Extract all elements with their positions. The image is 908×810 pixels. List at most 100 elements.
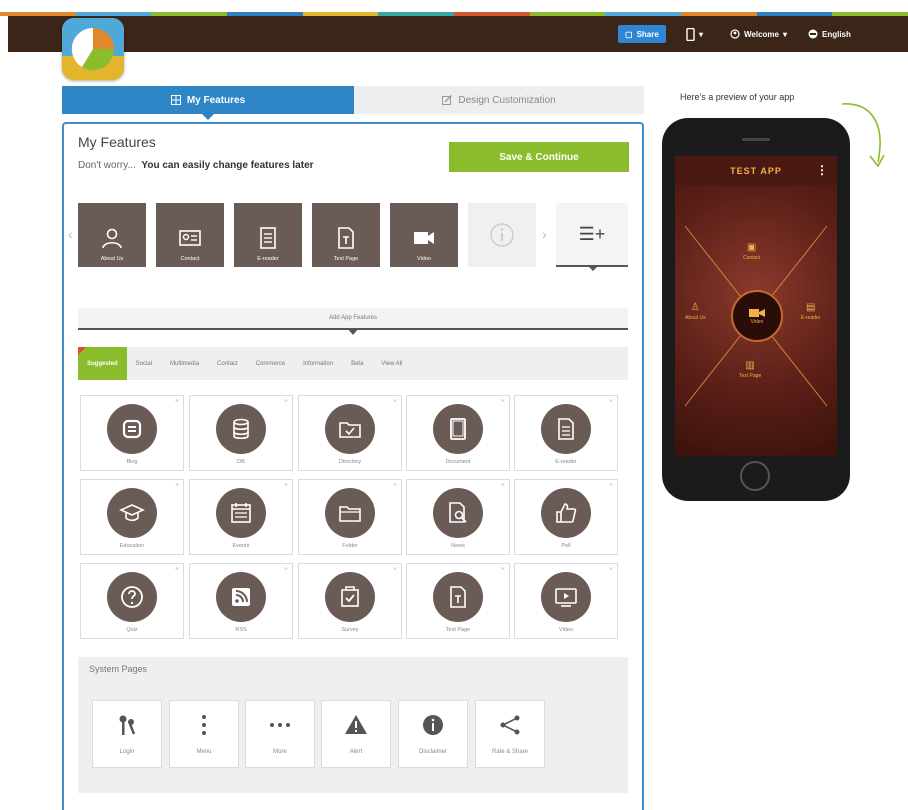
question-icon [121, 586, 143, 608]
selected-feature-text-page[interactable]: Text Page [312, 203, 380, 267]
add-feature-icon[interactable]: + [175, 482, 179, 489]
feature-card-education[interactable]: + Education [80, 479, 184, 555]
add-feature-icon[interactable]: + [501, 398, 505, 405]
system-page-menu[interactable]: Menu [169, 700, 239, 768]
document-icon [558, 418, 574, 440]
feature-card-rss[interactable]: + RSS [189, 563, 293, 639]
feature-card-document[interactable]: + Document [406, 395, 510, 471]
rss-icon [232, 588, 250, 606]
system-page-login[interactable]: Login [92, 700, 162, 768]
tab-my-features[interactable]: My Features [62, 86, 354, 120]
feature-card-directory[interactable]: + Directory [298, 395, 402, 471]
database-icon [233, 418, 249, 440]
document-icon: ▤ [806, 302, 816, 313]
add-features-label: Add App Features [328, 315, 378, 321]
feature-label: Text Page [333, 256, 359, 262]
feature-label: About Us [100, 256, 124, 262]
feature-label: Directory [338, 459, 361, 465]
feature-card-video[interactable]: + Video [514, 563, 618, 639]
category-tab-commerce[interactable]: Commerce [247, 347, 294, 380]
phone-home-button [740, 461, 770, 491]
feature-icon-circle [107, 572, 157, 622]
welcome-menu[interactable]: Welcome ▾ [730, 25, 787, 43]
feature-card-folder[interactable]: + Folder [298, 479, 402, 555]
text-page-icon: ▥ [745, 360, 755, 371]
feature-label: Video [417, 256, 431, 262]
list-add-icon: ☰+ [578, 223, 606, 244]
preview-hub-video[interactable]: Video [731, 290, 783, 342]
phone-icon [686, 27, 695, 41]
tab-label: Design Customization [458, 94, 556, 106]
feature-label: Poll [561, 543, 571, 549]
add-feature-icon[interactable]: + [284, 566, 288, 573]
globe-icon [808, 29, 818, 39]
add-feature-icon[interactable]: + [393, 398, 397, 405]
add-feature-icon[interactable]: + [609, 566, 613, 573]
document-icon [260, 227, 276, 249]
add-feature-icon[interactable]: + [393, 566, 397, 573]
chevron-down-icon: ▾ [699, 29, 704, 39]
feature-card-quiz[interactable]: + Quiz [80, 563, 184, 639]
feature-label: Survey [341, 627, 359, 633]
system-page-rate-share[interactable]: Rate & Share [475, 700, 545, 768]
add-feature-icon[interactable]: + [501, 566, 505, 573]
selected-feature-e-reader[interactable]: E-reader [234, 203, 302, 267]
feature-icon-circle [325, 404, 375, 454]
system-page-more[interactable]: More [245, 700, 315, 768]
system-page-disclaimer[interactable]: Disclaimer [398, 700, 468, 768]
tab-design-customization[interactable]: Design Customization [354, 86, 644, 114]
share-button[interactable]: ▢ Share [618, 25, 666, 43]
feature-card-news[interactable]: + News [406, 479, 510, 555]
add-feature-icon[interactable]: + [501, 482, 505, 489]
add-feature-button[interactable]: ☰+ [556, 203, 628, 271]
category-tab-view-all[interactable]: View All [372, 347, 411, 380]
feature-card-poll[interactable]: + Poll [514, 479, 618, 555]
language-selector[interactable]: English [808, 25, 851, 43]
preview-spoke-e-reader[interactable]: ▤ E-reader [801, 302, 820, 321]
add-feature-icon[interactable]: + [284, 482, 288, 489]
category-tab-beta[interactable]: Beta [342, 347, 372, 380]
category-tab-information[interactable]: Information [294, 347, 342, 380]
add-app-features-bar[interactable]: Add App Features [78, 308, 628, 335]
feature-card-e-reader[interactable]: + E-reader [514, 395, 618, 471]
carousel-prev-icon[interactable]: ‹ [68, 226, 73, 242]
category-tabs: Suggested Social Multimedia Contact Comm… [78, 347, 628, 380]
share-icon [500, 715, 520, 735]
vertical-dots-icon[interactable]: ⋮ [816, 163, 829, 177]
system-pages-title: System Pages [89, 664, 148, 674]
selected-feature-video[interactable]: Video [390, 203, 458, 267]
add-feature-icon[interactable]: + [175, 566, 179, 573]
carousel-next-icon[interactable]: › [542, 226, 547, 242]
add-feature-icon[interactable]: + [175, 398, 179, 405]
category-tab-contact[interactable]: Contact [208, 347, 247, 380]
feature-card-db[interactable]: + DB [189, 395, 293, 471]
feature-card-text-page[interactable]: + Text Page [406, 563, 510, 639]
preview-spoke-about-us[interactable]: ♙ About Us [685, 302, 706, 321]
app-logo[interactable] [62, 18, 124, 80]
feature-card-blog[interactable]: + Blog [80, 395, 184, 471]
add-feature-icon[interactable]: + [284, 398, 288, 405]
page-title: My Features [78, 134, 156, 150]
category-tab-suggested[interactable]: Suggested [78, 347, 127, 380]
video-camera-icon [414, 232, 434, 244]
add-feature-icon[interactable]: + [609, 482, 613, 489]
feature-card-survey[interactable]: + Survey [298, 563, 402, 639]
feature-icon-circle [433, 572, 483, 622]
category-tab-multimedia[interactable]: Multimedia [161, 347, 208, 380]
category-tab-social[interactable]: Social [127, 347, 161, 380]
add-feature-icon[interactable]: + [393, 482, 397, 489]
feature-icon-circle [325, 572, 375, 622]
device-selector[interactable]: ▾ [686, 25, 703, 43]
selected-feature-contact[interactable]: Contact [156, 203, 224, 267]
system-page-alert[interactable]: Alert [321, 700, 391, 768]
feature-card-events[interactable]: + Events [189, 479, 293, 555]
add-feature-icon[interactable]: + [609, 398, 613, 405]
preview-spoke-contact[interactable]: ▣ Contact [743, 242, 760, 261]
save-continue-button[interactable]: Save & Continue [449, 142, 629, 172]
selected-feature-about-us[interactable]: About Us [78, 203, 146, 267]
app-title: TEST APP [730, 166, 782, 176]
feature-label: Text Page [445, 627, 471, 633]
preview-spoke-text-page[interactable]: ▥ Text Page [739, 360, 761, 379]
phone-screen: TEST APP ⋮ ▣ Contact ♙ About Us ▤ E-read… [675, 156, 837, 456]
empty-feature-slot[interactable] [468, 203, 536, 267]
